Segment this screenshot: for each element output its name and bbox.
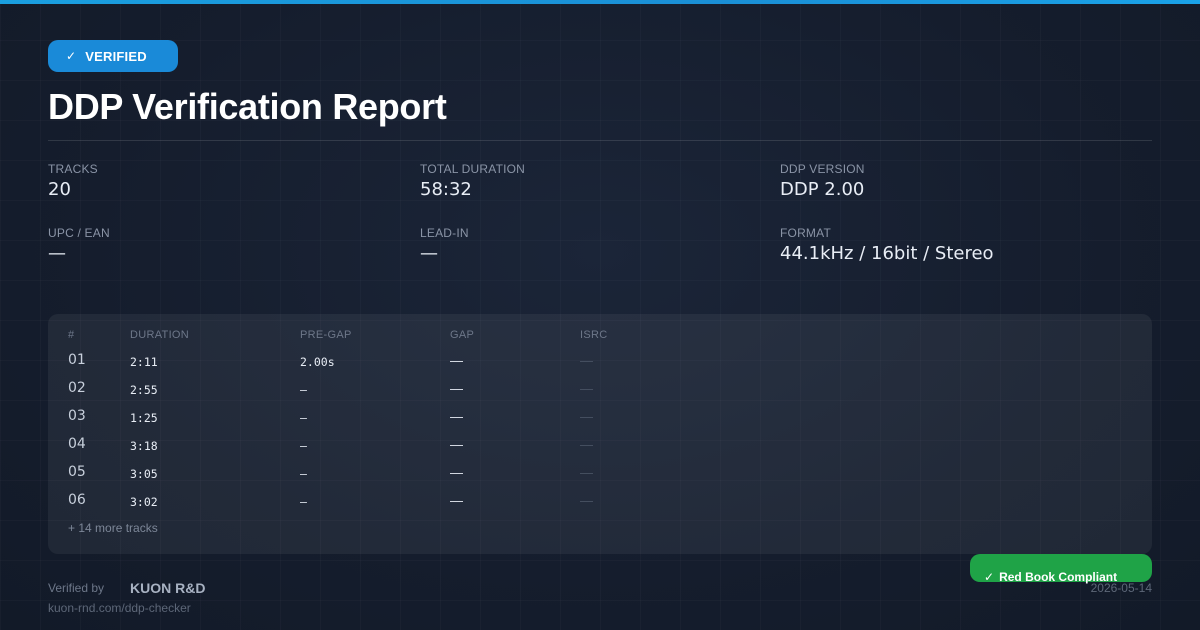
stat-label: UPC / EAN	[48, 226, 110, 240]
column-header-pregap: PRE-GAP	[300, 329, 352, 341]
table-row: 03 1:25 — — —	[48, 408, 1152, 436]
table-row: 04 3:18 — — —	[48, 436, 1152, 464]
track-pregap: —	[300, 383, 307, 397]
track-number: 05	[68, 464, 86, 480]
track-duration: 1:25	[130, 411, 158, 425]
table-row: 02 2:55 — — —	[48, 380, 1152, 408]
track-gap: —	[450, 437, 463, 452]
red-book-compliant-badge: ✓ Red Book Compliant	[970, 554, 1152, 584]
track-pregap: —	[300, 411, 307, 425]
verified-badge-label: VERIFIED	[85, 48, 147, 64]
stat-value: 20	[48, 179, 71, 200]
column-header-number: #	[68, 329, 75, 341]
brand-name: KUON R&D	[130, 580, 206, 596]
track-gap: —	[450, 381, 463, 396]
track-gap: —	[450, 493, 463, 508]
track-isrc: —	[580, 465, 593, 480]
stat-value: DDP 2.00	[780, 179, 865, 200]
verified-badge: ✓ VERIFIED	[48, 40, 178, 72]
track-duration: 3:05	[130, 467, 158, 481]
stat-format: FORMAT 44.1kHz / 16bit / Stereo	[780, 226, 994, 264]
stat-upc-ean: UPC / EAN —	[48, 226, 110, 264]
check-icon: ✓	[984, 570, 995, 584]
track-number: 01	[68, 352, 86, 368]
track-pregap: —	[300, 439, 307, 453]
track-number: 06	[68, 492, 86, 508]
column-header-isrc: ISRC	[580, 329, 608, 341]
track-pregap: —	[300, 495, 307, 509]
stat-ddp-version: DDP VERSION DDP 2.00	[780, 162, 865, 200]
track-isrc: —	[580, 409, 593, 424]
track-table: # DURATION PRE-GAP GAP ISRC 01 2:11 2.00…	[48, 314, 1152, 554]
table-row: 06 3:02 — — —	[48, 492, 1152, 520]
track-pregap: 2.00s	[300, 355, 335, 369]
column-header-gap: GAP	[450, 329, 475, 341]
stat-label: DDP VERSION	[780, 162, 865, 176]
verified-by-label: Verified by	[48, 581, 105, 595]
track-duration: 3:02	[130, 495, 158, 509]
track-isrc: —	[580, 437, 593, 452]
stat-value: 44.1kHz / 16bit / Stereo	[780, 243, 994, 264]
track-duration: 2:11	[130, 355, 158, 369]
check-icon: ✓	[66, 49, 77, 63]
track-isrc: —	[580, 493, 593, 508]
stat-value: 58:32	[420, 179, 472, 200]
table-row: 05 3:05 — — —	[48, 464, 1152, 492]
column-header-duration: DURATION	[130, 329, 190, 341]
stat-lead-in: LEAD-IN —	[420, 226, 469, 264]
track-gap: —	[450, 465, 463, 480]
compliant-label: Red Book Compliant	[999, 570, 1118, 584]
stat-label: LEAD-IN	[420, 226, 469, 240]
title-divider	[48, 140, 1152, 141]
stat-label: TRACKS	[48, 162, 98, 176]
stat-value: —	[48, 243, 66, 264]
track-duration: 2:55	[130, 383, 158, 397]
track-number: 04	[68, 436, 86, 452]
track-isrc: —	[580, 381, 593, 396]
track-gap: —	[450, 409, 463, 424]
checker-url: kuon-rnd.com/ddp-checker	[48, 601, 191, 615]
track-pregap: —	[300, 467, 307, 481]
table-row: 01 2:11 2.00s — —	[48, 352, 1152, 380]
track-number: 03	[68, 408, 86, 424]
stat-label: TOTAL DURATION	[420, 162, 526, 176]
track-duration: 3:18	[130, 439, 158, 453]
page-title: DDP Verification Report	[48, 86, 447, 127]
stat-tracks: TRACKS 20	[48, 162, 98, 200]
track-gap: —	[450, 353, 463, 368]
track-isrc: —	[580, 353, 593, 368]
stat-value: —	[420, 243, 438, 264]
top-accent-bar	[0, 0, 1200, 4]
more-tracks-note: + 14 more tracks	[68, 521, 158, 535]
stat-label: FORMAT	[780, 226, 831, 240]
track-number: 02	[68, 380, 86, 396]
stat-total-duration: TOTAL DURATION 58:32	[420, 162, 525, 200]
